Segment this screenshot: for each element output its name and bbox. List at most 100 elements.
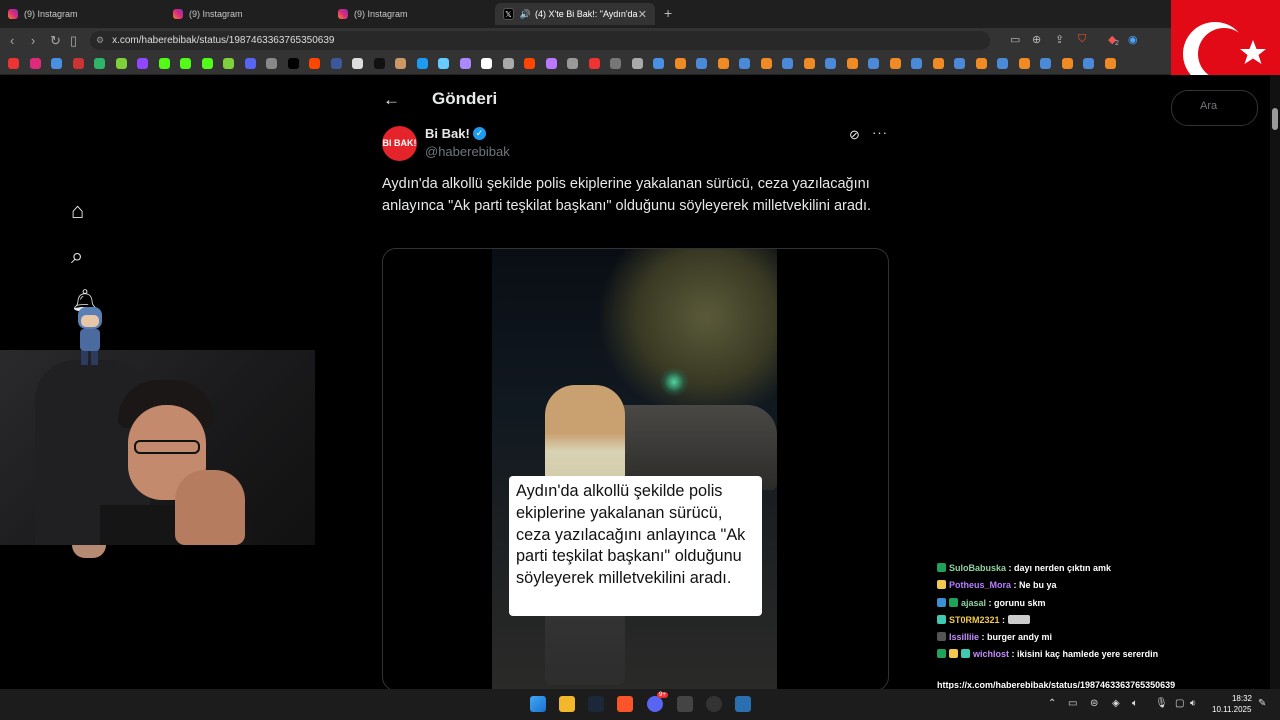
bookmark-favicon-icon[interactable] [1104, 58, 1116, 69]
bookmark-favicon-icon[interactable] [911, 58, 922, 69]
app-icon[interactable] [677, 696, 693, 712]
battery-icon[interactable]: ▭ [1068, 698, 1077, 709]
scrollbar-thumb[interactable] [1272, 108, 1278, 130]
streamer-glasses [134, 440, 200, 454]
discord-icon[interactable] [647, 696, 663, 712]
back-nav-icon[interactable]: ‹ [10, 33, 14, 48]
bookmark-favicon-icon[interactable] [717, 58, 729, 69]
bookmark-favicon-icon[interactable] [158, 58, 170, 69]
bookmark-favicon-icon[interactable] [997, 58, 1008, 69]
close-tab-icon[interactable]: ✕ [638, 8, 647, 21]
notification-icon[interactable]: ✎ [1258, 698, 1266, 709]
bookmark-favicon-icon[interactable] [760, 58, 772, 69]
bookmark-favicon-icon[interactable] [244, 58, 256, 69]
bookmark-favicon-icon[interactable] [481, 58, 492, 69]
brave-browser-icon[interactable] [617, 696, 633, 712]
bookmark-favicon-icon[interactable] [889, 58, 901, 69]
bookmark-favicon-icon[interactable] [631, 58, 643, 69]
tray-chevron-icon[interactable]: ⌃ [1048, 698, 1056, 709]
share-icon[interactable]: ⇪ [1055, 33, 1064, 46]
bookmark-icon[interactable]: ▯ [70, 33, 77, 49]
tab-instagram-2[interactable]: (9) Instagram [165, 3, 325, 25]
back-arrow-icon[interactable]: ← [383, 90, 400, 110]
search-icon[interactable]: ⌕ [71, 243, 83, 269]
clock-date[interactable]: 10.11.2025 [1212, 705, 1251, 714]
display-icon[interactable]: ▢ [1175, 698, 1184, 709]
author-handle[interactable]: @haberebibak [425, 144, 510, 159]
bookmark-favicon-icon[interactable] [803, 58, 815, 69]
bookmark-favicon-icon[interactable] [545, 58, 557, 69]
bookmark-favicon-icon[interactable] [352, 58, 363, 69]
bookmark-favicon-icon[interactable] [72, 58, 84, 69]
steam-icon[interactable] [588, 696, 604, 712]
bookmark-favicon-icon[interactable] [502, 58, 514, 69]
bookmark-favicon-icon[interactable] [524, 58, 535, 69]
bookmark-favicon-icon[interactable] [825, 58, 836, 69]
bookmark-favicon-icon[interactable] [868, 58, 879, 69]
scrollbar[interactable] [1270, 75, 1280, 689]
new-tab-button[interactable]: + [664, 5, 672, 21]
bookmark-favicon-icon[interactable] [287, 58, 299, 69]
speaker-icon[interactable]: 🔊 [520, 9, 531, 20]
bookmark-favicon-icon[interactable] [8, 58, 19, 69]
bookmark-favicon-icon[interactable] [1083, 58, 1094, 69]
reload-icon[interactable]: ↻ [50, 33, 61, 49]
bookmark-favicon-icon[interactable] [201, 58, 213, 69]
bookmark-favicon-icon[interactable] [330, 58, 342, 69]
clock-time[interactable]: 18:32 [1220, 694, 1252, 703]
grok-icon[interactable]: ⊘ [849, 127, 860, 143]
bookmark-favicon-icon[interactable] [846, 58, 858, 69]
obs-icon[interactable] [706, 696, 722, 712]
bookmark-favicon-icon[interactable] [954, 58, 965, 69]
bookmark-favicon-icon[interactable] [223, 58, 234, 69]
steam-tray-icon[interactable]: ◈ [1112, 698, 1120, 709]
bookmark-favicon-icon[interactable] [309, 58, 320, 69]
bookmark-favicon-icon[interactable] [1061, 58, 1073, 69]
windows-start-icon[interactable] [530, 696, 546, 712]
bookmark-favicon-icon[interactable] [975, 58, 987, 69]
bookmark-favicon-icon[interactable] [416, 58, 428, 69]
microphone-icon[interactable]: 🎙︎ [1155, 698, 1168, 709]
brave-shield-icon[interactable]: ⛉ [1078, 33, 1086, 46]
bookmark-favicon-icon[interactable] [1018, 58, 1030, 69]
volume-icon[interactable]: 🔈︎ [1132, 698, 1138, 709]
bookmark-favicon-icon[interactable] [459, 58, 471, 69]
home-icon[interactable]: ⌂ [71, 198, 84, 224]
bookmark-favicon-icon[interactable] [94, 58, 105, 69]
bookmark-favicon-icon[interactable] [653, 58, 664, 69]
bookmark-favicon-icon[interactable] [373, 58, 385, 69]
speaker-tray-icon[interactable]: 🔉︎ [1190, 698, 1196, 709]
bookmark-favicon-icon[interactable] [438, 58, 449, 69]
bookmark-favicon-icon[interactable] [674, 58, 686, 69]
bookmark-favicon-icon[interactable] [266, 58, 277, 69]
address-bar[interactable]: ⚙ x.com/haberebibak/status/1987463363765… [90, 31, 990, 50]
bookmark-favicon-icon[interactable] [395, 58, 406, 69]
forward-nav-icon[interactable]: › [31, 33, 35, 48]
tab-x-post[interactable]: 𝕏 🔊 (4) X'te Bi Bak!: "Aydın'da alk ✕ [495, 3, 655, 25]
file-explorer-icon[interactable] [559, 696, 575, 712]
bookmark-favicon-icon[interactable] [610, 58, 621, 69]
bookmark-favicon-icon[interactable] [588, 58, 600, 69]
avatar[interactable]: BI BAK! [382, 126, 417, 161]
steam-client-icon[interactable] [735, 696, 751, 712]
site-settings-icon[interactable]: ⚙ [96, 35, 104, 46]
tab-instagram-3[interactable]: (9) Instagram [330, 3, 490, 25]
bookmark-favicon-icon[interactable] [180, 58, 191, 69]
audio-extension-icon[interactable]: ◉ [1128, 33, 1138, 46]
bookmark-favicon-icon[interactable] [137, 58, 148, 69]
bookmark-favicon-icon[interactable] [115, 58, 127, 69]
bookmark-favicon-icon[interactable] [739, 58, 750, 69]
bookmark-favicon-icon[interactable] [932, 58, 944, 69]
bookmark-favicon-icon[interactable] [51, 58, 62, 69]
bookmark-favicon-icon[interactable] [567, 58, 578, 69]
tab-instagram-1[interactable]: (9) Instagram [0, 3, 160, 25]
bookmark-favicon-icon[interactable] [29, 58, 41, 69]
bookmark-favicon-icon[interactable] [696, 58, 707, 69]
author-name[interactable]: Bi Bak! [425, 126, 470, 141]
bookmark-favicon-icon[interactable] [782, 58, 793, 69]
cast-icon[interactable]: ▭ [1010, 33, 1020, 46]
more-options-icon[interactable]: ··· [872, 125, 888, 140]
zoom-icon[interactable]: ⊕ [1032, 33, 1041, 46]
bookmark-favicon-icon[interactable] [1040, 58, 1051, 69]
network-icon[interactable]: ⊜ [1090, 698, 1098, 709]
